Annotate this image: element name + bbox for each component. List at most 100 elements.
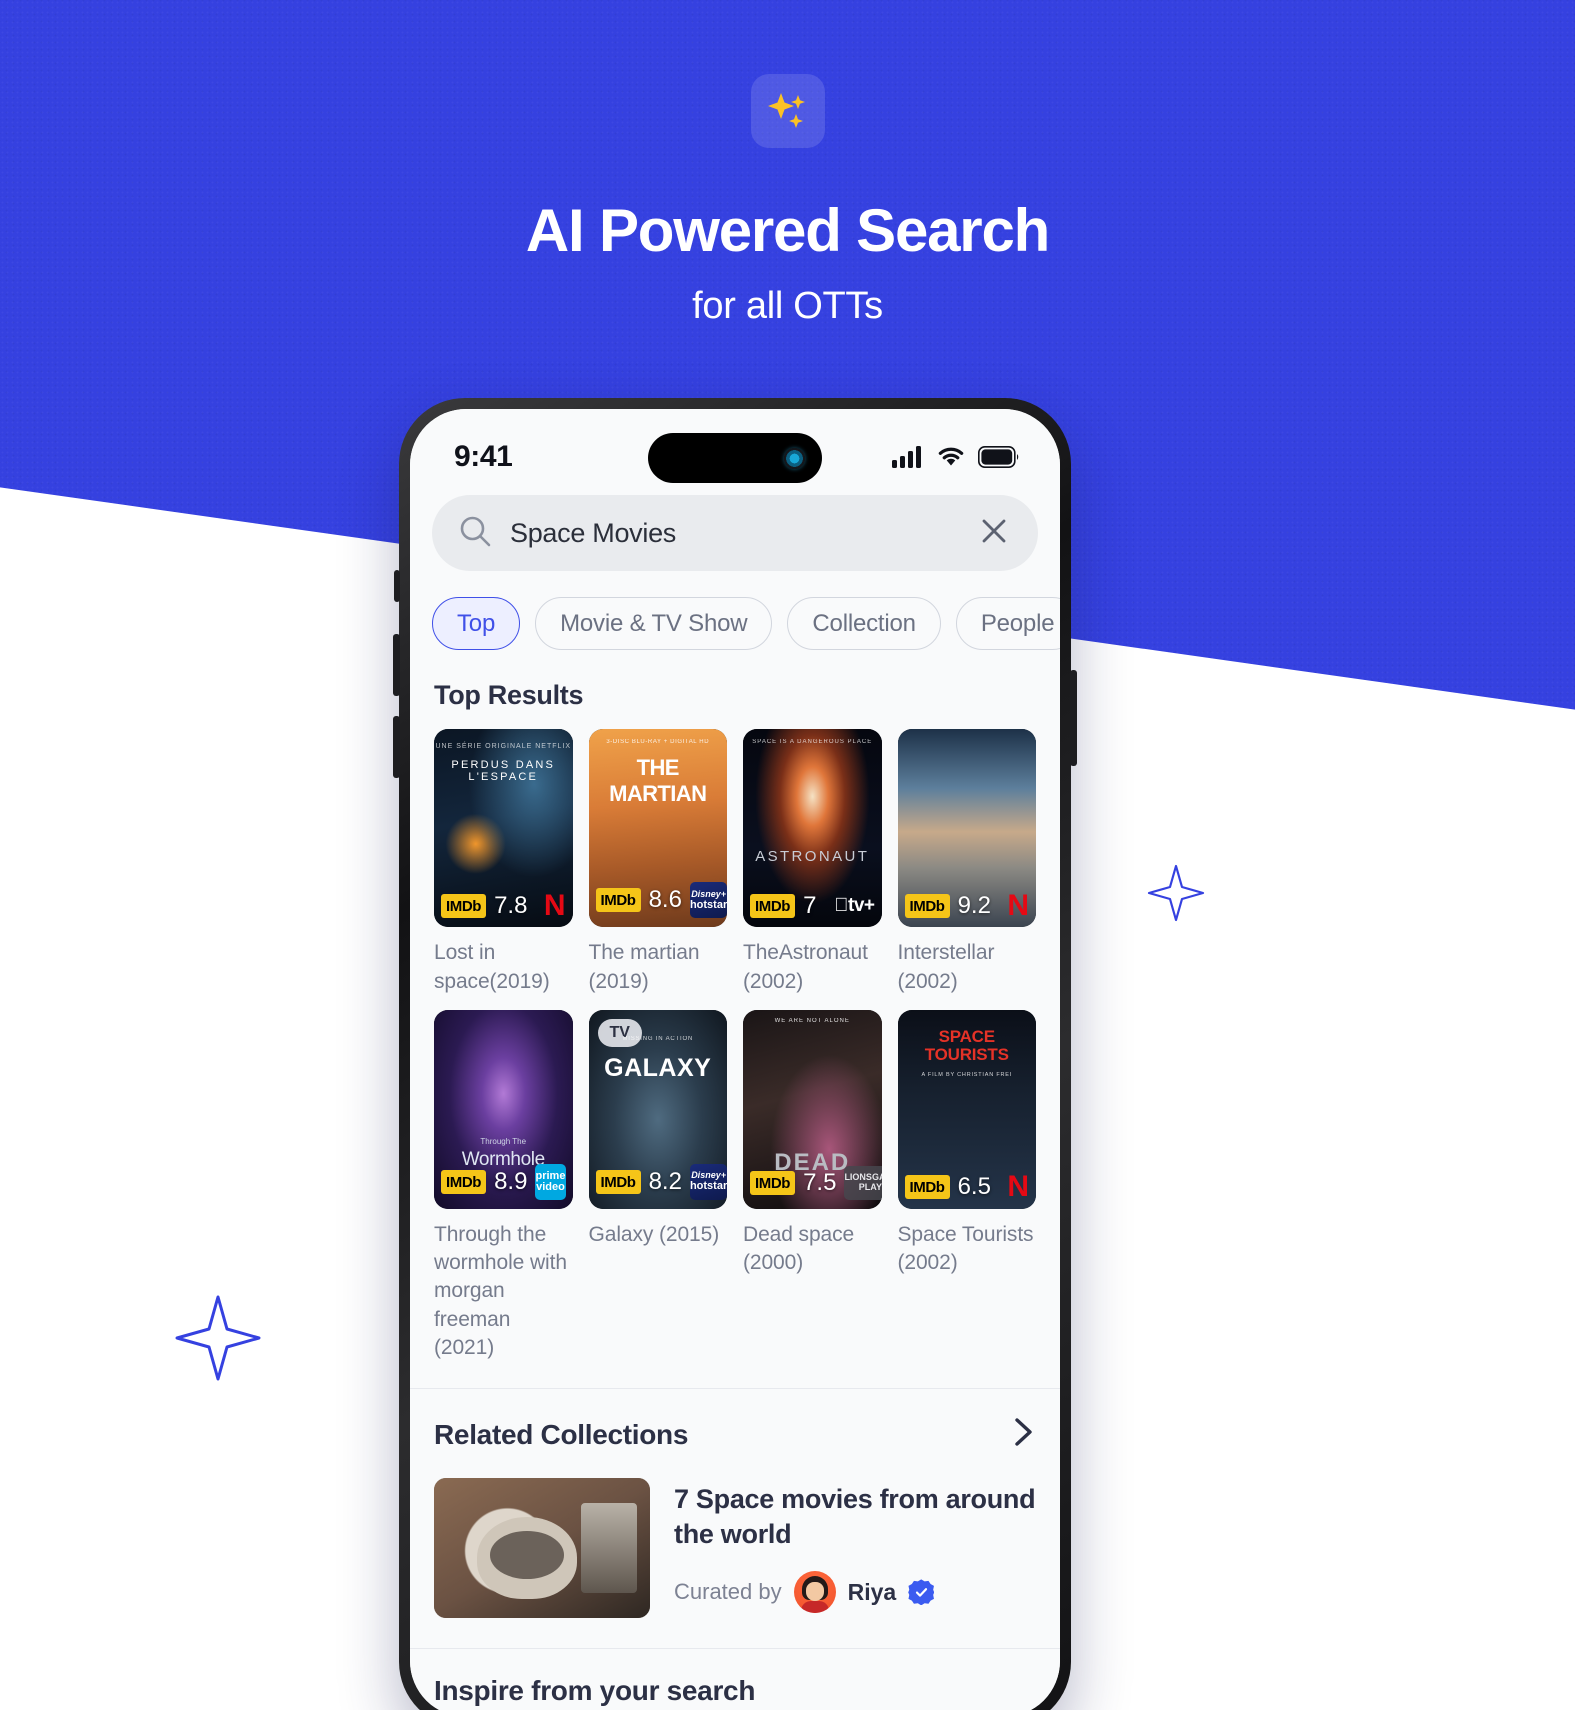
result-title: Lost in space(2019) (434, 941, 550, 993)
result-title: Through the wormhole with morgan freeman… (434, 1222, 567, 1359)
app-content: Space Movies Top Movie & TV Show Collect… (410, 487, 1060, 1710)
poster-supertext: Through The (480, 1137, 527, 1147)
poster-supertext: SPACE IS A DANGEROUS PLACE (752, 738, 873, 745)
poster-badges: IMDb 9.2 N (904, 891, 1029, 920)
poster-image[interactable]: UNE SÉRIE ORIGINALE NETFLIX PERDUS DANS … (434, 729, 573, 928)
page-subtitle: for all OTTs (692, 285, 883, 327)
poster-title-text: SPACE TOURISTS (924, 1026, 1009, 1064)
curated-by-label: Curated by (674, 1579, 782, 1605)
avatar (793, 1571, 836, 1614)
poster-supertext: WE ARE NOT ALONE (774, 1018, 850, 1025)
poster-image[interactable]: SPACE TOURISTS A FILM BY CHRISTIAN FREI … (897, 1010, 1036, 1209)
poster-image[interactable]: IMDb 9.2 N (897, 729, 1036, 928)
poster-image[interactable]: WE ARE NOT ALONE DEAD IMDb 7.5 LIONSGATE… (743, 1010, 882, 1209)
result-title: Galaxy (2015) (588, 1222, 720, 1246)
imdb-logo: IMDb (441, 1169, 487, 1194)
curator-name[interactable]: Riya (848, 1579, 897, 1606)
hotstar-icon: Disney+ hotstar (689, 1163, 727, 1200)
poster-title-text: GALAXY (604, 1053, 712, 1082)
imdb-rating: 6.5 (957, 1172, 991, 1200)
chevron-right-icon[interactable] (1010, 1415, 1036, 1454)
status-bar-indicators (892, 446, 1020, 468)
poster-image[interactable]: SPACE IS A DANGEROUS PLACE ASTRONAUT IMD… (743, 729, 882, 928)
collection-thumbnail (434, 1478, 650, 1619)
lionsgate-play-icon: LIONSGATEPLAY (844, 1165, 882, 1200)
poster-badges: IMDb 7 tv+ (750, 892, 875, 920)
filter-chip-top[interactable]: Top (432, 597, 521, 650)
poster-badges: IMDb 8.9 prime video (441, 1163, 566, 1200)
result-card[interactable]: 3-DISC BLU-RAY + DIGITAL HD THE MARTIAN … (588, 729, 727, 996)
poster-supertext: MISSING IN ACTION (622, 1035, 694, 1042)
tv-badge: TV (597, 1019, 642, 1048)
imdb-rating: 7 (803, 892, 817, 920)
poster-image[interactable]: Through The Wormhole IMDb 8.9 prime video (434, 1010, 573, 1209)
result-card[interactable]: SPACE IS A DANGEROUS PLACE ASTRONAUT IMD… (743, 729, 882, 996)
imdb-logo: IMDb (595, 1169, 641, 1194)
result-card[interactable]: IMDb 9.2 N Interstellar (2002) (897, 729, 1036, 996)
imdb-rating: 8.9 (494, 1167, 528, 1195)
result-card[interactable]: WE ARE NOT ALONE DEAD IMDb 7.5 LIONSGATE… (743, 1010, 882, 1362)
poster-title-text: PERDUS DANS L'ESPACE (451, 758, 556, 783)
wifi-icon (936, 446, 966, 468)
filter-chip-people[interactable]: People (955, 597, 1060, 650)
phone-silent-switch[interactable] (394, 570, 400, 602)
poster-badges: IMDb 8.2 Disney+ hotstar (595, 1163, 727, 1200)
imdb-rating: 8.2 (648, 1167, 682, 1195)
search-icon (458, 514, 492, 553)
imdb-rating: 7.5 (803, 1168, 837, 1196)
status-bar-time: 9:41 (454, 440, 513, 473)
poster-badges: IMDb 7.5 LIONSGATEPLAY (750, 1165, 882, 1200)
phone-volume-down-button[interactable] (393, 716, 400, 778)
related-collections-list: 7 Space movies from around the world Cur… (410, 1454, 1060, 1619)
imdb-logo: IMDb (750, 1170, 796, 1195)
poster-badges: IMDb 7.8 N (441, 888, 566, 922)
poster-supertext: A FILM BY CHRISTIAN FREI (921, 1071, 1013, 1078)
phone-screen: 9:41 Space Movies Top Movie & TV Show Co… (410, 409, 1060, 1710)
poster-title-text: ASTRONAUT (755, 848, 870, 866)
filter-chip-collection[interactable]: Collection (787, 597, 941, 650)
prime-video-icon: prime video (535, 1163, 566, 1200)
result-card[interactable]: Through The Wormhole IMDb 8.9 prime video… (434, 1010, 573, 1362)
phone-frame: 9:41 Space Movies Top Movie & TV Show Co… (393, 398, 1077, 1710)
poster-image[interactable]: 3-DISC BLU-RAY + DIGITAL HD THE MARTIAN … (588, 729, 727, 928)
result-title: The martian (2019) (588, 941, 700, 993)
collection-info: 7 Space movies from around the world Cur… (674, 1478, 1054, 1614)
filter-chip-row: Top Movie & TV Show Collection People (410, 571, 1060, 650)
result-card[interactable]: TV MISSING IN ACTION GALAXY IMDb 8.2 Dis… (588, 1010, 727, 1362)
close-icon[interactable] (978, 515, 1010, 552)
imdb-rating: 8.6 (648, 886, 682, 914)
decorative-star-icon-small (1145, 862, 1207, 924)
poster-badges: IMDb 6.5 N (904, 1172, 1029, 1201)
poster-badges: IMDb 8.6 Disney+ hotstar (595, 882, 727, 919)
related-collections-header: Related Collections (410, 1389, 1060, 1454)
hotstar-icon: Disney+ hotstar (689, 882, 727, 919)
result-card[interactable]: UNE SÉRIE ORIGINALE NETFLIX PERDUS DANS … (434, 729, 573, 996)
filter-chip-movie-tv-show[interactable]: Movie & TV Show (535, 597, 773, 650)
phone-power-button[interactable] (1070, 670, 1077, 766)
collection-card[interactable]: 7 Space movies from around the world Cur… (434, 1478, 1054, 1619)
collection-title: 7 Space movies from around the world (674, 1484, 1036, 1549)
netflix-icon: N (543, 888, 566, 922)
poster-image[interactable]: TV MISSING IN ACTION GALAXY IMDb 8.2 Dis… (588, 1010, 727, 1209)
search-section: Space Movies (410, 487, 1060, 571)
page-title: AI Powered Search (525, 197, 1050, 264)
related-collections-heading: Related Collections (434, 1418, 689, 1450)
search-input[interactable]: Space Movies (510, 518, 960, 549)
result-title: Dead space (2000) (743, 1222, 855, 1274)
status-bar: 9:41 (410, 409, 1060, 487)
decorative-star-icon-large (172, 1292, 264, 1384)
signal-bars-icon (892, 446, 924, 468)
top-results-grid: UNE SÉRIE ORIGINALE NETFLIX PERDUS DANS … (410, 711, 1060, 1362)
imdb-rating: 7.8 (494, 891, 528, 919)
top-results-heading: Top Results (434, 680, 584, 710)
poster-title-text: THE MARTIAN (609, 754, 707, 806)
search-bar[interactable]: Space Movies (432, 495, 1038, 571)
sparkles-icon (764, 87, 812, 135)
phone-volume-up-button[interactable] (393, 634, 400, 696)
poster-supertext: 3-DISC BLU-RAY + DIGITAL HD (606, 738, 710, 745)
result-card[interactable]: SPACE TOURISTS A FILM BY CHRISTIAN FREI … (897, 1010, 1036, 1362)
inspire-heading: Inspire from your search (434, 1675, 756, 1707)
poster-supertext: UNE SÉRIE ORIGINALE NETFLIX (435, 742, 572, 750)
imdb-logo: IMDb (595, 888, 641, 913)
dynamic-island (648, 433, 822, 483)
